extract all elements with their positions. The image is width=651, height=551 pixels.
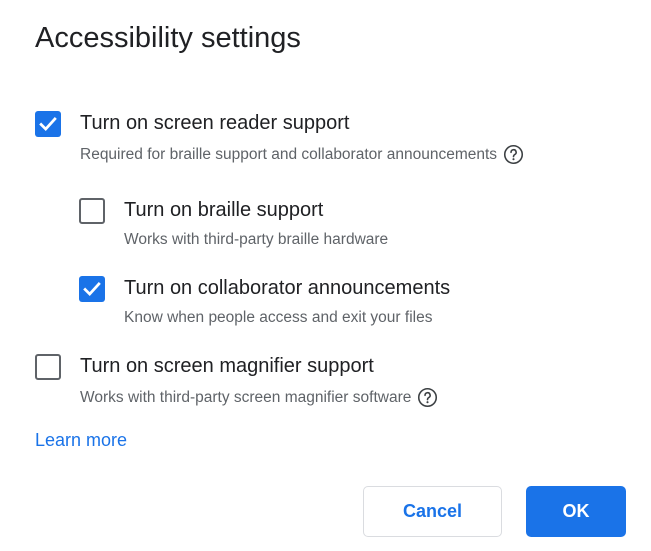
screen-magnifier-description: Works with third-party screen magnifier …	[80, 387, 438, 408]
learn-more-link[interactable]: Learn more	[35, 430, 127, 451]
braille-checkbox[interactable]	[79, 198, 105, 224]
cancel-button[interactable]: Cancel	[363, 486, 502, 537]
ok-button[interactable]: OK	[526, 486, 626, 537]
help-circle-icon[interactable]	[417, 387, 438, 408]
collaborator-announcements-checkbox[interactable]	[79, 276, 105, 302]
checkmark-icon	[39, 117, 57, 132]
screen-magnifier-checkbox[interactable]	[35, 354, 61, 380]
dialog-title: Accessibility settings	[35, 22, 301, 54]
accessibility-settings-dialog: Accessibility settings Turn on screen re…	[0, 0, 651, 551]
collaborator-announcements-description: Know when people access and exit your fi…	[124, 309, 433, 326]
screen-reader-checkbox[interactable]	[35, 111, 61, 137]
help-circle-icon[interactable]	[503, 144, 524, 165]
screen-magnifier-label: Turn on screen magnifier support	[80, 355, 374, 377]
screen-reader-description: Required for braille support and collabo…	[80, 144, 524, 165]
braille-label: Turn on braille support	[124, 199, 324, 221]
braille-description: Works with third-party braille hardware	[124, 231, 389, 248]
screen-reader-label: Turn on screen reader support	[80, 112, 350, 134]
checkmark-icon	[83, 282, 101, 297]
collaborator-announcements-label: Turn on collaborator announcements	[124, 277, 451, 299]
